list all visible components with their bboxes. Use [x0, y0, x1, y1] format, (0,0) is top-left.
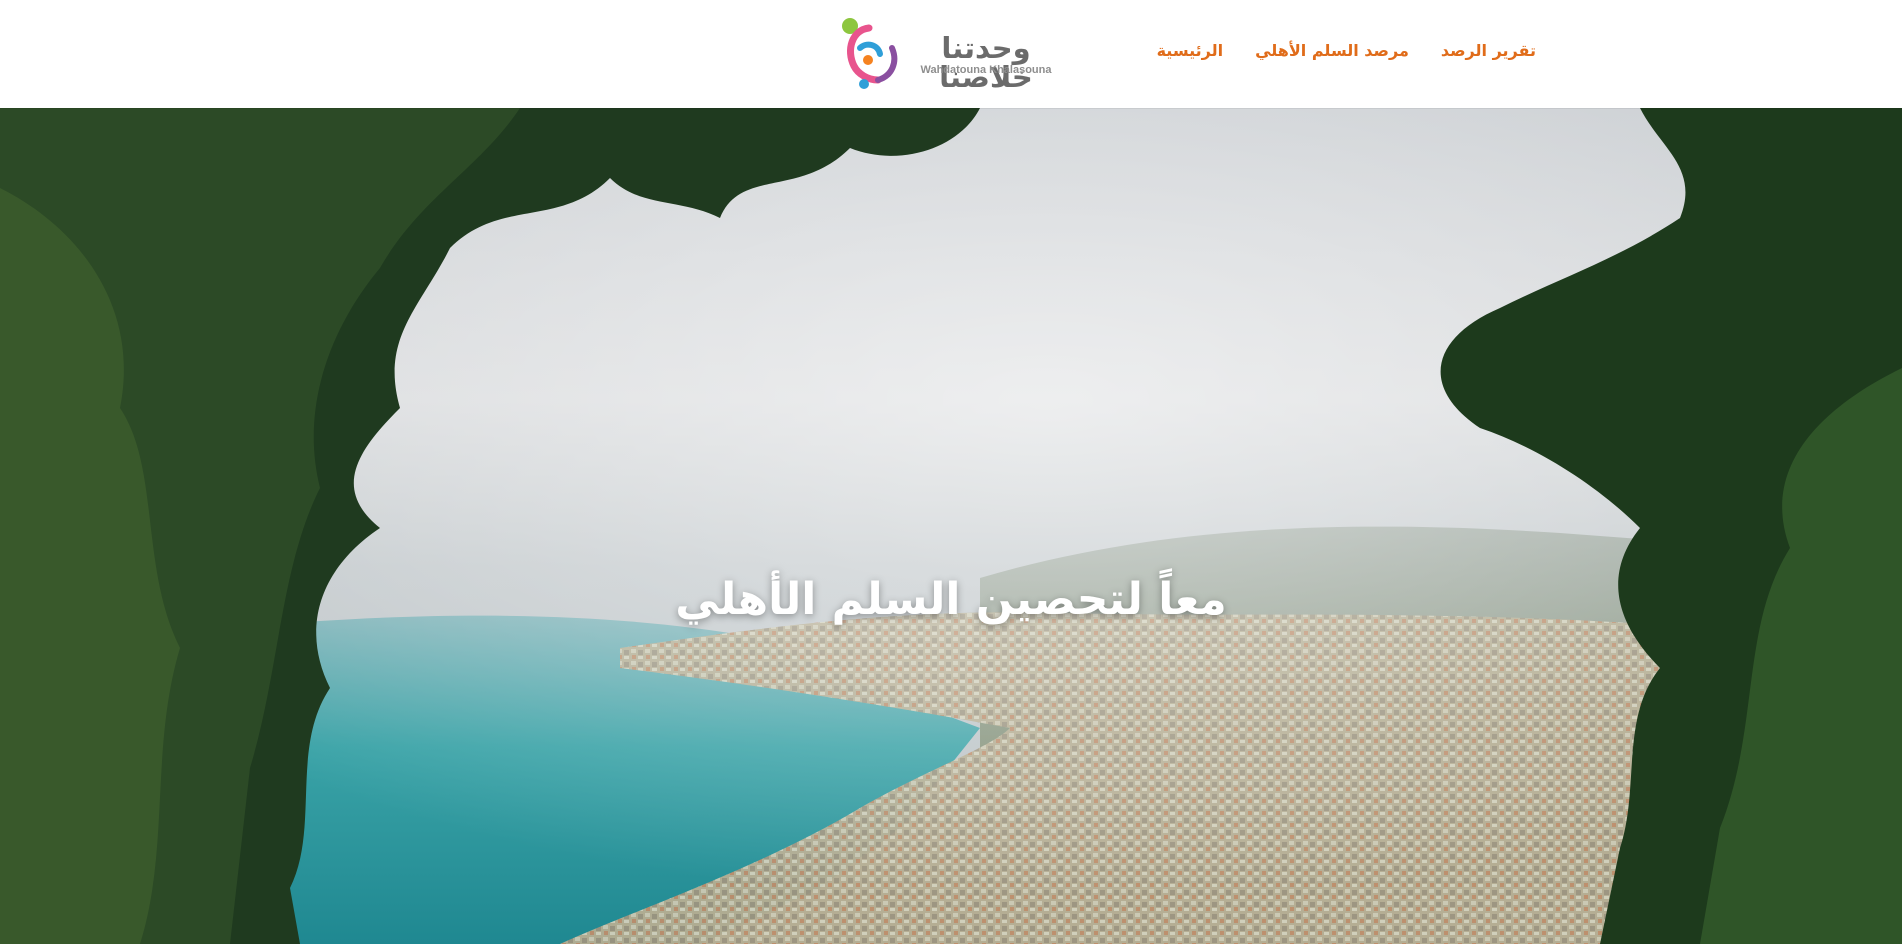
logo-mark-icon [842, 18, 898, 89]
logo-wordmark-arabic: وحدتنا خلاصنا [939, 31, 1033, 94]
site-header: وحدتنا خلاصنا Wahdatouna Khalasouna الرئ… [0, 0, 1902, 108]
nav-item-home[interactable]: الرئيسية [1157, 38, 1224, 64]
nav-item-monitoring-report[interactable]: تقرير الرصد [1441, 38, 1536, 64]
nav-item-civil-peace-observatory[interactable]: مرصد السلم الأهلي [1255, 38, 1409, 64]
logo-wordmark-english: Wahdatouna Khalasouna [920, 64, 1052, 76]
hero-title: معاً لتحصين السلم الأهلي [675, 574, 1228, 626]
main-navigation: الرئيسية مرصد السلم الأهلي تقرير الرصد [1157, 38, 1536, 64]
site-logo[interactable]: وحدتنا خلاصنا Wahdatouna Khalasouna [838, 14, 1070, 92]
hero-background-image [0, 108, 1902, 944]
hero-banner: معاً لتحصين السلم الأهلي [0, 108, 1902, 944]
